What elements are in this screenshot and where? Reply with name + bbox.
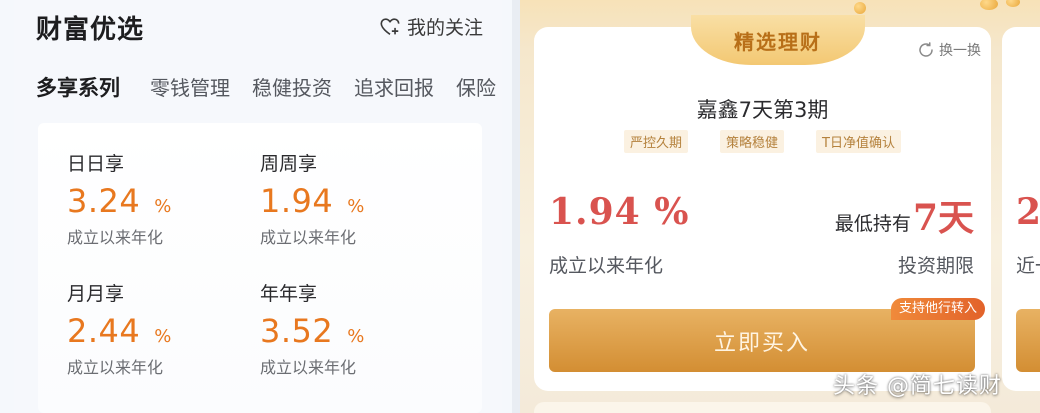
panel-divider [512,0,520,413]
tab-stable-investment[interactable]: 稳健投资 [252,72,332,101]
gold-coin-decoration [854,2,866,14]
min-holding-label: 最低持有 [834,213,911,235]
period-caption: 投资期限 [897,255,974,277]
section-title: 财富优选 [36,15,145,45]
watermark-text: 头条 @简七读财 [833,374,1002,399]
product-item-weekly[interactable]: 周周享 1.94 % 成立以来年化 [260,149,440,248]
featured-finance-panel: 精选理财 换一换 嘉鑫7天第3期 严控久期 策略稳健 T日净值确认 1.94 %… [520,0,1040,413]
product-rate-unit: % [347,196,365,217]
product-rate-caption: 成立以来年化 [67,228,164,247]
gold-coin-decoration [1006,0,1020,7]
tab-pursue-returns[interactable]: 追求回报 [354,72,434,101]
refresh-icon [919,42,933,57]
fund-tag: T日净值确认 [816,130,901,153]
next-product-card[interactable]: 2. 近一 [1002,27,1040,391]
next-product-rate: 2. [1016,191,1040,233]
card-bottom-strip [534,402,991,413]
product-rate-unit: % [347,326,365,347]
product-rate: 2.44 % [67,312,247,350]
refresh-label: 换一换 [939,43,981,59]
product-grid-card: 日日享 3.24 % 成立以来年化 周周享 1.94 % 成立以来年化 月月享 … [38,123,482,413]
my-follow-button[interactable]: 我的关注 [379,13,483,40]
featured-product-card[interactable]: 精选理财 换一换 嘉鑫7天第3期 严控久期 策略稳健 T日净值确认 1.94 %… [534,15,991,391]
fund-name: 嘉鑫7天第3期 [696,98,829,122]
product-item-monthly[interactable]: 月月享 2.44 % 成立以来年化 [67,279,247,378]
refresh-button[interactable]: 换一换 [917,40,981,60]
fund-tag: 严控久期 [624,130,689,153]
gold-coin-decoration [980,0,998,10]
my-follow-label: 我的关注 [407,17,484,39]
wealth-selection-panel: 财富优选 我的关注 多享系列 零钱管理 稳健投资 追求回报 保险 日日享 3.2… [0,0,512,413]
rate-caption: 成立以来年化 [549,255,664,277]
fund-tag: 策略稳健 [720,130,785,153]
tab-duoxiang-series[interactable]: 多享系列 [36,72,120,102]
buy-now-label: 立即买入 [713,330,810,356]
product-name: 年年享 [260,283,318,305]
product-rate-caption: 成立以来年化 [260,228,357,247]
product-item-daily[interactable]: 日日享 3.24 % 成立以来年化 [67,149,247,248]
tab-insurance[interactable]: 保险 [456,72,496,101]
product-rate-caption: 成立以来年化 [260,358,357,377]
product-rate-value: 3.24 [67,182,141,220]
product-rate-value: 1.94 [260,182,334,220]
bank-transfer-badge: 支持他行转入 [891,298,986,320]
product-rate-unit: % [154,196,172,217]
product-rate-value: 2.44 [67,312,141,350]
product-rate: 3.52 % [260,312,440,350]
next-product-caption: 近一 [1016,255,1040,277]
min-holding-value: 7天 [912,197,974,239]
featured-ribbon: 精选理财 [691,15,865,65]
product-name: 日日享 [67,153,125,175]
min-holding: 最低持有 7天 [835,189,974,241]
fund-tags: 严控久期 策略稳健 T日净值确认 [534,130,991,153]
product-name: 月月享 [67,283,125,305]
product-rate: 3.24 % [67,182,247,220]
next-product-buy-button[interactable] [1016,309,1040,372]
product-rate-caption: 成立以来年化 [67,358,164,377]
annualized-rate: 1.94 % [549,191,690,233]
product-rate: 1.94 % [260,182,440,220]
tab-cash-management[interactable]: 零钱管理 [150,72,230,101]
product-rate-value: 3.52 [260,312,334,350]
heart-plus-icon [380,17,400,35]
featured-ribbon-label: 精选理财 [734,29,822,54]
product-item-yearly[interactable]: 年年享 3.52 % 成立以来年化 [260,279,440,378]
category-tabs: 多享系列 零钱管理 稳健投资 追求回报 保险 [36,72,498,102]
product-name: 周周享 [260,153,318,175]
product-rate-unit: % [154,326,172,347]
